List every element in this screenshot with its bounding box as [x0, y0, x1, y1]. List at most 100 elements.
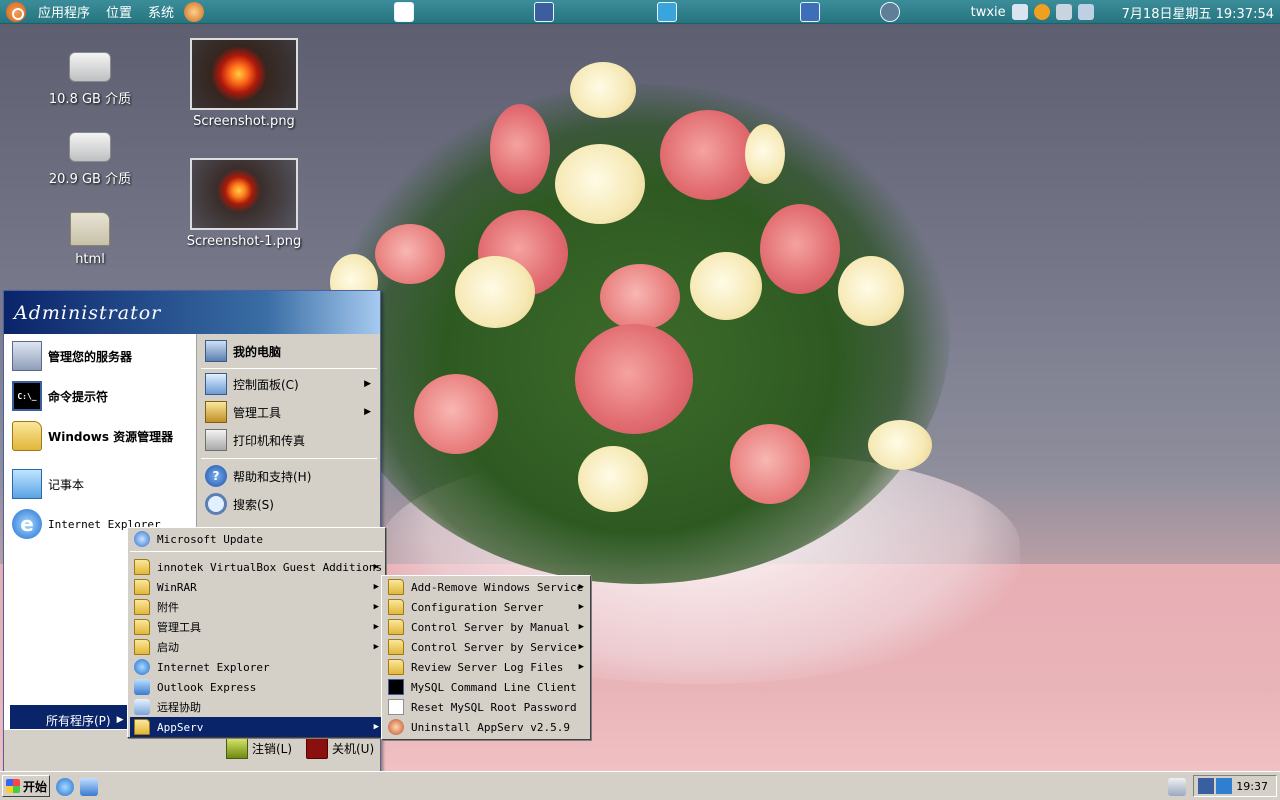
- desktop-icon-html-folder[interactable]: html: [40, 212, 140, 267]
- program-group-icon: [134, 559, 150, 575]
- program-group-icon: [388, 659, 404, 675]
- admin-tools-icon: [205, 401, 227, 423]
- submenu-arrow-icon: ▶: [578, 642, 584, 652]
- program-item[interactable]: innotek VirtualBox Guest Additions ▶: [130, 557, 383, 577]
- separator: [130, 551, 383, 552]
- network-manager-icon[interactable]: [1077, 4, 1094, 20]
- submenu-arrow-icon: ▶: [373, 722, 379, 732]
- computer-icon: [205, 340, 227, 362]
- program-group-icon: [134, 599, 150, 615]
- taskbar-clock[interactable]: 19:37: [1236, 780, 1268, 793]
- control-panel-icon: [205, 373, 227, 395]
- ubuntu-logo-icon[interactable]: [6, 1, 26, 22]
- start-item-printers[interactable]: 打印机和传真: [205, 428, 377, 452]
- program-item[interactable]: WinRAR ▶: [130, 577, 383, 597]
- top-panel: 应用程序 位置 系统 twxie 7月18日星期五 19:37:54: [0, 0, 1280, 24]
- start-item-manage-server[interactable]: 管理您的服务器: [12, 340, 132, 372]
- outlook-express-icon: [134, 679, 150, 695]
- image-thumbnail: [190, 158, 298, 230]
- start-item-explorer[interactable]: Windows 资源管理器: [12, 420, 173, 452]
- appserv-item[interactable]: Control Server by Service ▶: [384, 637, 588, 657]
- submenu-arrow-icon: ▶: [116, 715, 124, 725]
- start-item-help[interactable]: ? 帮助和支持(H): [205, 464, 377, 488]
- submenu-arrow-icon: ▶: [373, 602, 379, 612]
- help-icon: ?: [205, 465, 227, 487]
- menu-applications[interactable]: 应用程序: [30, 2, 98, 21]
- appserv-item[interactable]: Control Server by Manual ▶: [384, 617, 588, 637]
- launcher-app-icon[interactable]: [394, 2, 414, 22]
- volume-icon[interactable]: [1011, 4, 1028, 20]
- windows-update-icon: [134, 531, 150, 547]
- launcher-network-icon[interactable]: [880, 2, 900, 22]
- program-group-icon: [134, 579, 150, 595]
- program-group-icon: [134, 639, 150, 655]
- desktop-icon-drive-1[interactable]: 10.8 GB 介质: [40, 52, 140, 107]
- separator: [201, 368, 377, 369]
- appserv-item[interactable]: MySQL Command Line Client: [384, 677, 588, 697]
- start-item-cmd[interactable]: C:\_ 命令提示符: [12, 380, 108, 412]
- submenu-arrow-icon: ▶: [373, 582, 379, 592]
- internet-explorer-icon: e: [12, 509, 42, 539]
- user-name[interactable]: twxie: [971, 5, 1006, 20]
- submenu-arrow-icon: ▶: [578, 662, 584, 672]
- start-button[interactable]: 开始: [2, 775, 50, 797]
- start-item-admin-tools[interactable]: 管理工具 ▶: [205, 400, 377, 424]
- quicklaunch-ie-icon[interactable]: [56, 778, 74, 796]
- keyboard-icon[interactable]: [1055, 4, 1072, 20]
- appserv-submenu: Add-Remove Windows Service ▶ Configurati…: [381, 575, 591, 740]
- update-notifier-icon[interactable]: [1033, 4, 1050, 20]
- appserv-item[interactable]: Reset MySQL Root Password: [384, 697, 588, 717]
- keyboard-layout-icon[interactable]: [1168, 778, 1186, 796]
- program-item[interactable]: 远程协助: [130, 697, 383, 717]
- program-item-appserv[interactable]: AppServ ▶: [130, 717, 383, 737]
- appserv-item[interactable]: Configuration Server ▶: [384, 597, 588, 617]
- submenu-arrow-icon: ▶: [373, 562, 379, 572]
- menu-places[interactable]: 位置: [98, 2, 140, 21]
- uninstall-icon: [388, 719, 404, 735]
- quicklaunch-outlook-icon[interactable]: [80, 778, 98, 796]
- server-icon: [12, 341, 42, 371]
- network-tray-icon[interactable]: [1198, 778, 1214, 794]
- drive-icon: [69, 132, 111, 162]
- launcher-dictionary-icon[interactable]: [657, 2, 677, 22]
- program-group-icon: [134, 719, 150, 735]
- start-item-control-panel[interactable]: 控制面板(C) ▶: [205, 372, 377, 396]
- desktop-icon-screenshot-1[interactable]: Screenshot-1.png: [182, 158, 306, 249]
- desktop-icon-drive-2[interactable]: 20.9 GB 介质: [40, 132, 140, 187]
- program-item[interactable]: Microsoft Update: [130, 529, 383, 549]
- panel-clock[interactable]: 7月18日星期五 19:37:54: [1122, 3, 1274, 22]
- program-item[interactable]: Internet Explorer: [130, 657, 383, 677]
- program-item[interactable]: 管理工具 ▶: [130, 617, 383, 637]
- explorer-folder-icon: [12, 421, 42, 451]
- windows-logo-icon: [6, 779, 20, 793]
- launcher-save-icon[interactable]: [534, 2, 554, 22]
- program-group-icon: [388, 599, 404, 615]
- internet-explorer-icon: [134, 659, 150, 675]
- notepad-icon: [12, 469, 42, 499]
- appserv-item[interactable]: Uninstall AppServ v2.5.9: [384, 717, 588, 737]
- search-icon: [205, 493, 227, 515]
- menu-system[interactable]: 系统: [140, 2, 182, 21]
- program-item[interactable]: Outlook Express: [130, 677, 383, 697]
- start-item-notepad[interactable]: 记事本: [12, 468, 84, 500]
- help-icon[interactable]: [184, 1, 205, 22]
- start-item-my-computer[interactable]: 我的电脑: [205, 339, 377, 363]
- desktop-icon-screenshot[interactable]: Screenshot.png: [182, 38, 306, 129]
- command-prompt-icon: C:\_: [12, 381, 42, 411]
- appserv-item[interactable]: Add-Remove Windows Service ▶: [384, 577, 588, 597]
- shutdown-button[interactable]: 关机(U): [306, 737, 374, 759]
- program-item[interactable]: 启动 ▶: [130, 637, 383, 657]
- remote-assistance-icon: [134, 699, 150, 715]
- monitor-tray-icon[interactable]: [1216, 778, 1232, 794]
- logoff-button[interactable]: 注销(L): [226, 737, 292, 759]
- command-prompt-icon: [388, 679, 404, 695]
- submenu-arrow-icon: ▶: [364, 407, 371, 417]
- power-icon: [306, 737, 328, 759]
- program-group-icon: [388, 639, 404, 655]
- program-item[interactable]: 附件 ▶: [130, 597, 383, 617]
- start-item-search[interactable]: 搜索(S): [205, 492, 377, 516]
- program-group-icon: [134, 619, 150, 635]
- submenu-arrow-icon: ▶: [578, 622, 584, 632]
- launcher-window-icon[interactable]: [800, 2, 820, 22]
- appserv-item[interactable]: Review Server Log Files ▶: [384, 657, 588, 677]
